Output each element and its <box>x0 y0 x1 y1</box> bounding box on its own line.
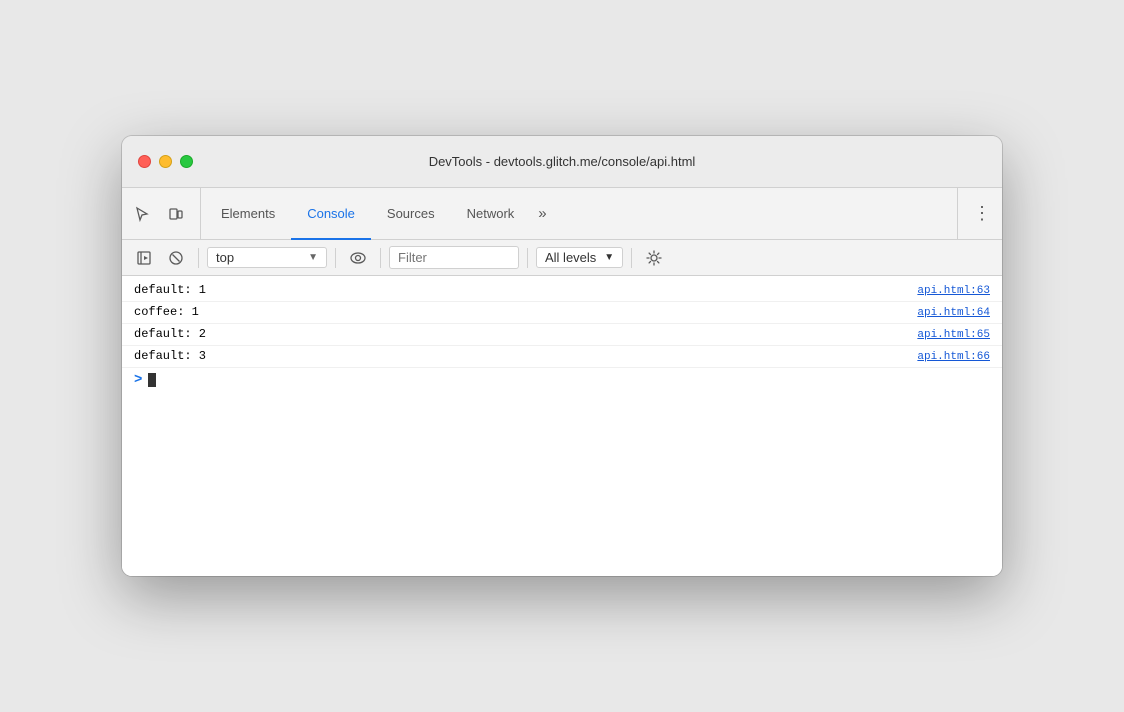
tab-network[interactable]: Network <box>451 189 531 240</box>
device-icon <box>168 206 184 222</box>
console-message: default: 2 <box>134 327 917 341</box>
console-message: coffee: 1 <box>134 305 917 319</box>
levels-chevron-icon: ▼ <box>604 252 614 263</box>
console-source-link[interactable]: api.html:64 <box>917 307 990 319</box>
console-settings-button[interactable] <box>640 244 668 272</box>
cursor-icon <box>134 206 150 222</box>
console-source-link[interactable]: api.html:66 <box>917 351 990 363</box>
context-selector[interactable]: top ▼ <box>207 247 327 268</box>
devtools-window: DevTools - devtools.glitch.me/console/ap… <box>122 136 1002 576</box>
console-message: default: 1 <box>134 283 917 297</box>
inspect-element-button[interactable] <box>126 198 158 230</box>
separator-3 <box>380 248 381 268</box>
console-row: default: 2 api.html:65 <box>122 324 1002 346</box>
titlebar: DevTools - devtools.glitch.me/console/ap… <box>122 136 1002 188</box>
toolbar-left-icons <box>126 188 201 239</box>
filter-input[interactable] <box>389 246 519 269</box>
console-row: default: 3 api.html:66 <box>122 346 1002 368</box>
console-cursor <box>148 373 156 387</box>
separator-2 <box>335 248 336 268</box>
more-options-button[interactable]: ⋮ <box>966 198 998 230</box>
console-content: default: 1 api.html:63 coffee: 1 api.htm… <box>122 276 1002 576</box>
levels-selector[interactable]: All levels ▼ <box>536 247 623 268</box>
separator-4 <box>527 248 528 268</box>
tabs-container: Elements Console Sources Network » <box>205 188 953 239</box>
gear-icon <box>646 250 662 266</box>
console-input-row: > <box>122 368 1002 392</box>
console-source-link[interactable]: api.html:65 <box>917 329 990 341</box>
console-row: default: 1 api.html:63 <box>122 280 1002 302</box>
toolbar-right-icons: ⋮ <box>957 188 998 239</box>
eye-icon <box>349 250 367 266</box>
device-toolbar-button[interactable] <box>160 198 192 230</box>
clear-console-button[interactable] <box>162 244 190 272</box>
console-row: coffee: 1 api.html:64 <box>122 302 1002 324</box>
console-source-link[interactable]: api.html:63 <box>917 285 990 297</box>
tab-elements[interactable]: Elements <box>205 189 291 240</box>
minimize-button[interactable] <box>159 155 172 168</box>
devtools-panel: Elements Console Sources Network » ⋮ <box>122 188 1002 576</box>
clear-icon <box>168 250 184 266</box>
separator-1 <box>198 248 199 268</box>
main-toolbar: Elements Console Sources Network » ⋮ <box>122 188 1002 240</box>
close-button[interactable] <box>138 155 151 168</box>
console-message: default: 3 <box>134 349 917 363</box>
live-expressions-button[interactable] <box>344 244 372 272</box>
console-prompt-symbol: > <box>134 372 142 388</box>
tab-console[interactable]: Console <box>291 189 371 240</box>
tab-sources[interactable]: Sources <box>371 189 451 240</box>
panel-icon <box>136 250 152 266</box>
maximize-button[interactable] <box>180 155 193 168</box>
window-title: DevTools - devtools.glitch.me/console/ap… <box>429 154 696 169</box>
console-toolbar: top ▼ All levels ▼ <box>122 240 1002 276</box>
chevron-down-icon: ▼ <box>308 252 318 263</box>
separator-5 <box>631 248 632 268</box>
console-panel-toggle[interactable] <box>130 244 158 272</box>
traffic-lights <box>138 155 193 168</box>
more-tabs-button[interactable]: » <box>530 189 554 240</box>
